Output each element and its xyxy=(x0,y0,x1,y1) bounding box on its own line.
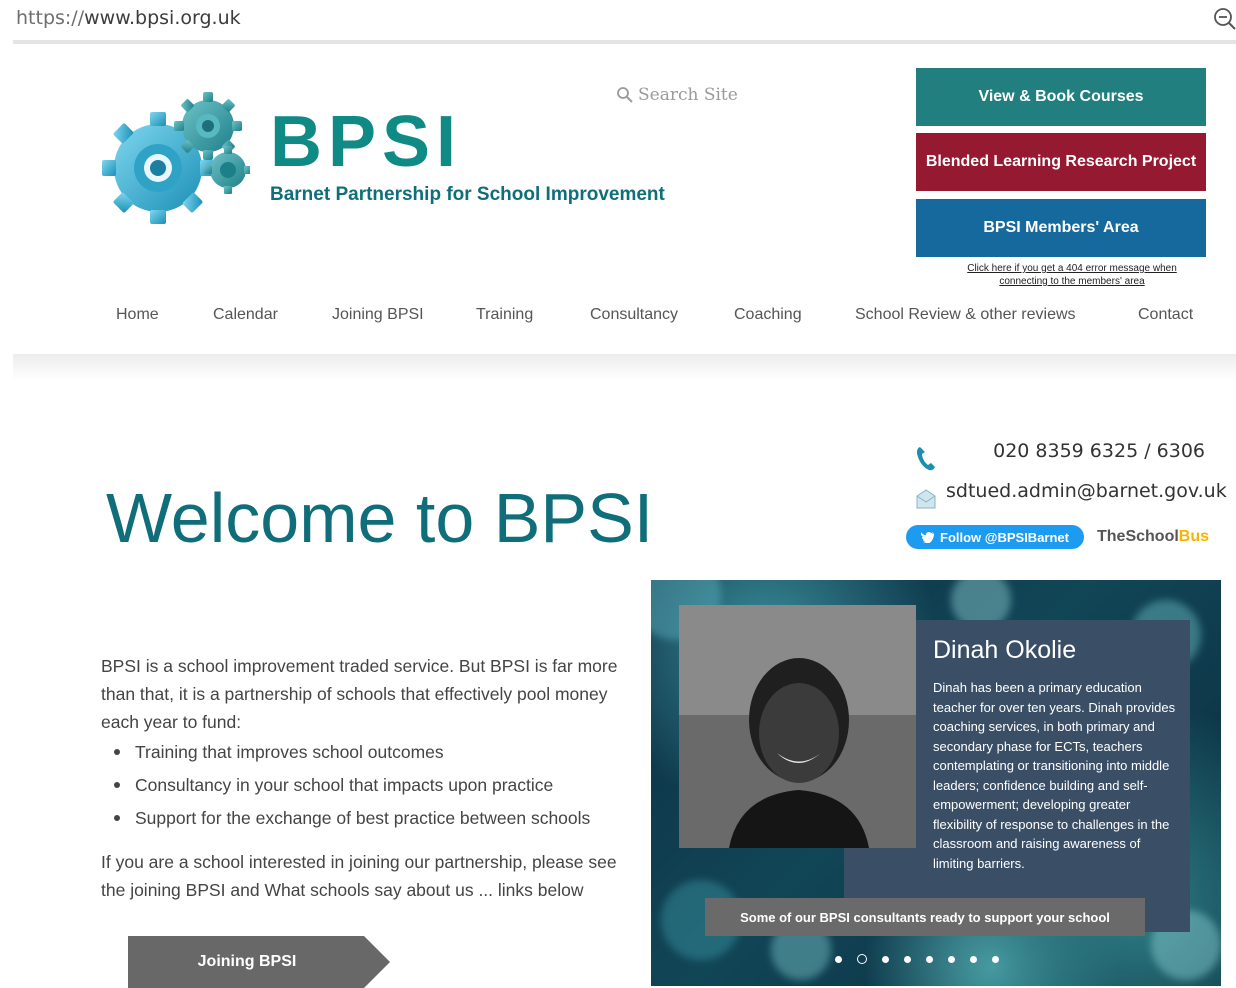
phone-number[interactable]: 020 8359 6325 / 6306 xyxy=(940,440,1205,462)
intro-paragraph: BPSI is a school improvement traded serv… xyxy=(101,656,618,732)
list-item: Support for the exchange of best practic… xyxy=(114,804,644,837)
list-item: Training that improves school outcomes xyxy=(114,738,644,771)
members-area-button[interactable]: BPSI Members' Area xyxy=(916,199,1206,257)
twitter-bird-icon xyxy=(921,531,935,543)
blended-learning-button[interactable]: Blended Learning Research Project xyxy=(916,133,1206,191)
nav-calendar[interactable]: Calendar xyxy=(213,306,278,324)
slider-dot[interactable] xyxy=(904,955,911,963)
url-text[interactable]: https://www.bpsi.org.uk xyxy=(16,7,241,29)
nav-home[interactable]: Home xyxy=(116,306,159,324)
benefits-list: Training that improves school outcomes C… xyxy=(114,738,644,837)
nav-school-review[interactable]: School Review & other reviews xyxy=(855,306,1076,324)
phone-icon xyxy=(916,447,935,471)
list-item: Consultancy in your school that impacts … xyxy=(114,771,644,804)
slider-dot[interactable] xyxy=(970,955,977,963)
email-icon xyxy=(916,489,936,509)
slider-dot[interactable] xyxy=(992,955,999,963)
consultant-bio: Dinah has been a primary education teach… xyxy=(933,680,1176,871)
slider-dot[interactable] xyxy=(948,955,955,963)
brand-subtitle: Barnet Partnership for School Improvemen… xyxy=(270,184,665,205)
consultant-photo xyxy=(679,605,916,848)
view-book-courses-button[interactable]: View & Book Courses xyxy=(916,68,1206,126)
schoolbus-logo[interactable]: TheSchoolBus xyxy=(1097,528,1209,546)
nav-divider xyxy=(13,354,1236,380)
nav-training[interactable]: Training xyxy=(476,306,533,324)
slider-dot[interactable] xyxy=(882,955,889,963)
nav-contact[interactable]: Contact xyxy=(1138,306,1193,324)
error-help-link[interactable]: Click here if you get a 404 error messag… xyxy=(944,262,1200,288)
join-paragraph: If you are a school interested in joinin… xyxy=(101,852,617,900)
consultant-name: Dinah Okolie xyxy=(933,636,1077,664)
slider-dot[interactable] xyxy=(926,955,933,963)
search-placeholder: Search Site xyxy=(638,85,738,105)
nav-coaching[interactable]: Coaching xyxy=(734,306,802,324)
url-bar-divider xyxy=(13,40,1236,44)
search-icon xyxy=(617,87,633,103)
search-input[interactable]: Search Site xyxy=(616,84,738,106)
brand-name[interactable]: BPSI xyxy=(270,106,462,178)
page-title: Welcome to BPSI xyxy=(106,479,654,557)
slider-dot[interactable] xyxy=(835,955,842,963)
twitter-label: Follow @BPSIBarnet xyxy=(940,529,1069,545)
gears-logo-icon[interactable] xyxy=(96,88,250,228)
slider-dot-active[interactable] xyxy=(857,954,867,964)
consultant-slider[interactable]: Dinah Okolie Dinah has been a primary ed… xyxy=(651,580,1221,986)
nav-joining-bpsi[interactable]: Joining BPSI xyxy=(332,306,424,324)
joining-bpsi-button[interactable]: Joining BPSI xyxy=(128,936,390,988)
nav-consultancy[interactable]: Consultancy xyxy=(590,306,678,324)
twitter-follow-button[interactable]: Follow @BPSIBarnet xyxy=(906,525,1084,549)
email-address[interactable]: sdtued.admin@barnet.gov.uk xyxy=(946,480,1227,502)
slider-banner: Some of our BPSI consultants ready to su… xyxy=(705,898,1145,936)
zoom-out-icon[interactable] xyxy=(1212,6,1236,32)
slider-pagination[interactable] xyxy=(835,952,1035,966)
